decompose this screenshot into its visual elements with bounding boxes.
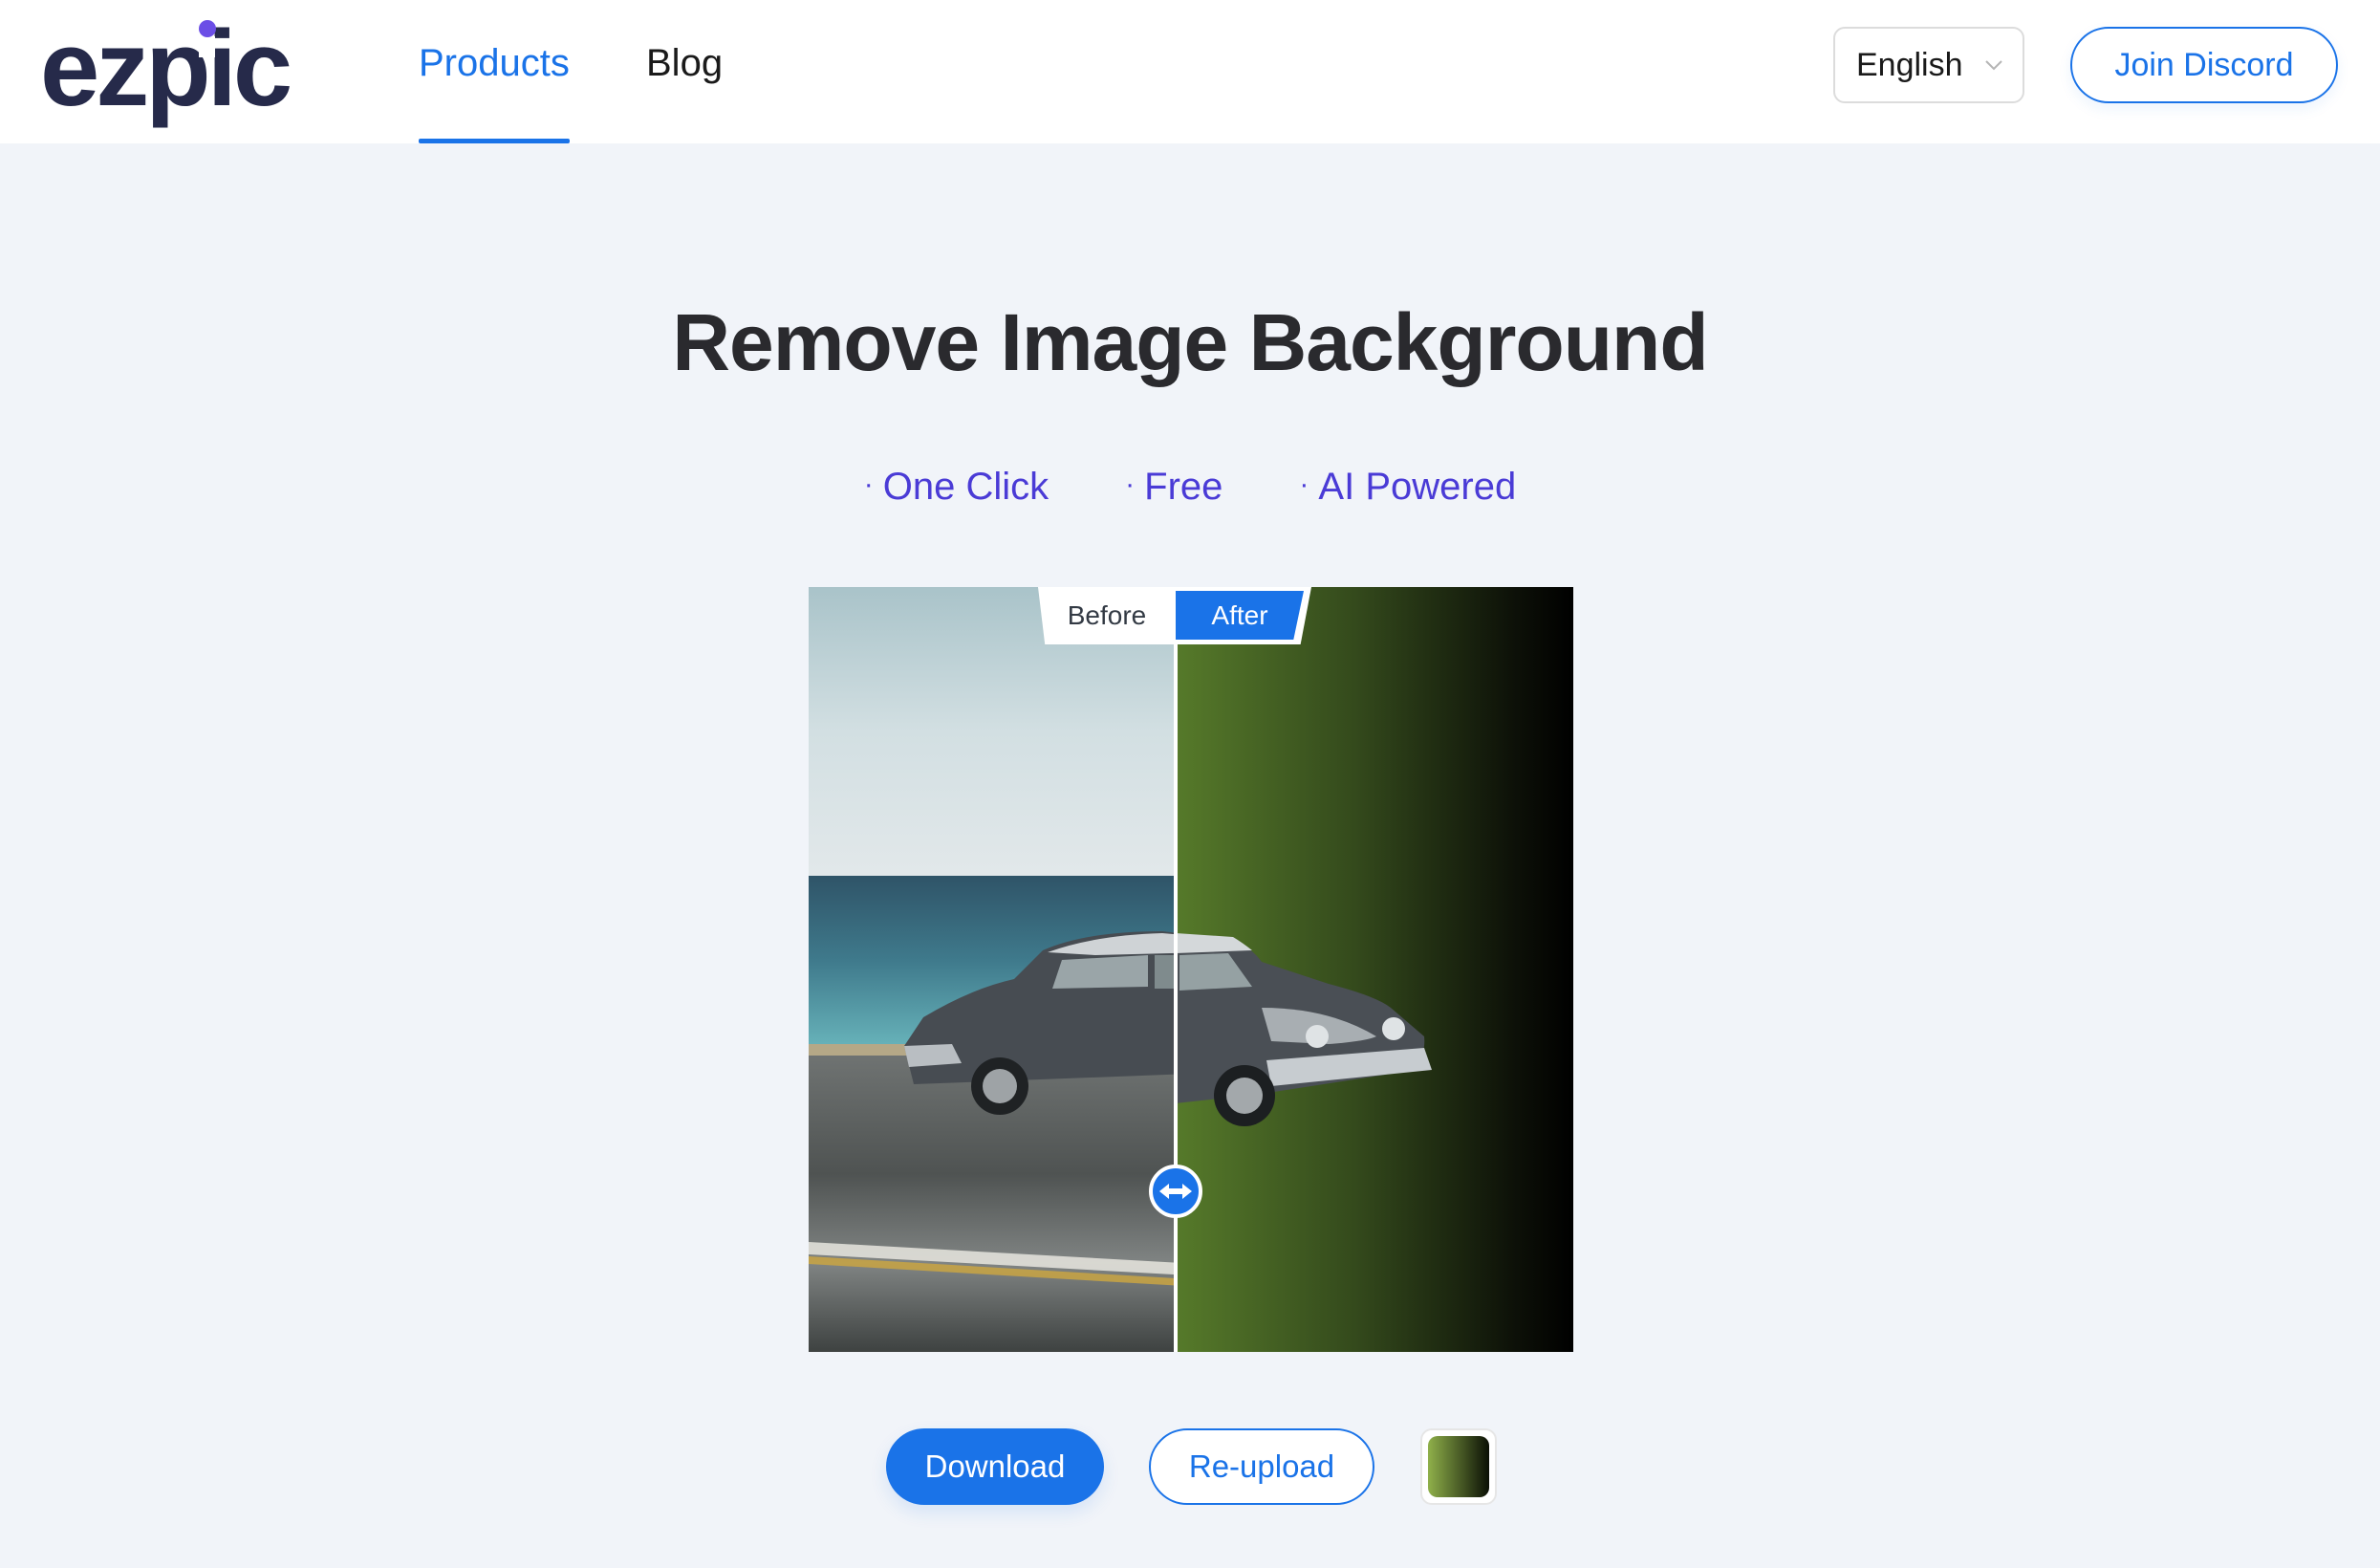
- ezpic-logo[interactable]: ezpic: [40, 8, 308, 132]
- bullet-icon: ·: [863, 468, 874, 501]
- feature-item-ai-powered: · AI Powered: [1299, 466, 1516, 509]
- action-bar: Download Re-upload: [0, 1428, 2380, 1505]
- feature-label: One Click: [882, 466, 1049, 508]
- background-color-swatch[interactable]: [1420, 1428, 1497, 1505]
- feature-item-free: · Free: [1125, 466, 1222, 509]
- tab-before[interactable]: Before: [1038, 587, 1176, 644]
- horizontal-arrows-icon: [1159, 1184, 1192, 1199]
- feature-label: Free: [1144, 466, 1223, 508]
- feature-list: · One Click · Free · AI Powered: [0, 466, 2380, 509]
- feature-label: AI Powered: [1318, 466, 1517, 508]
- download-button[interactable]: Download: [886, 1428, 1104, 1505]
- after-image-pane: [1176, 587, 1573, 1352]
- join-discord-button[interactable]: Join Discord: [2070, 27, 2338, 103]
- feature-item-one-click: · One Click: [864, 466, 1049, 509]
- logo-text: ezpic: [40, 9, 291, 128]
- language-selected-value: English: [1856, 46, 1963, 83]
- nav-products[interactable]: Products: [419, 42, 570, 143]
- language-select[interactable]: English: [1833, 27, 2024, 103]
- chevron-down-icon: [1985, 60, 2002, 71]
- page-title: Remove Image Background: [672, 297, 1708, 387]
- reupload-button[interactable]: Re-upload: [1149, 1428, 1374, 1505]
- slider-handle[interactable]: [1149, 1165, 1202, 1218]
- before-after-comparison[interactable]: Before After: [809, 587, 1573, 1352]
- original-photo: [809, 587, 1176, 1352]
- swatch-gradient-preview: [1428, 1436, 1489, 1497]
- tab-after[interactable]: After: [1176, 591, 1304, 640]
- result-photo: [1176, 587, 1573, 1352]
- comparison-divider[interactable]: [1174, 587, 1178, 1352]
- bullet-icon: ·: [1299, 468, 1309, 501]
- before-image-pane: [809, 587, 1176, 1352]
- logo-dot: [199, 20, 216, 37]
- logo-i-dot-mask: [199, 36, 215, 57]
- site-header: ezpic Products Blog English Join Discord: [0, 0, 2380, 143]
- logo-wordmark: ezpic: [40, 9, 294, 128]
- bullet-icon: ·: [1125, 468, 1136, 501]
- nav-blog[interactable]: Blog: [646, 42, 723, 143]
